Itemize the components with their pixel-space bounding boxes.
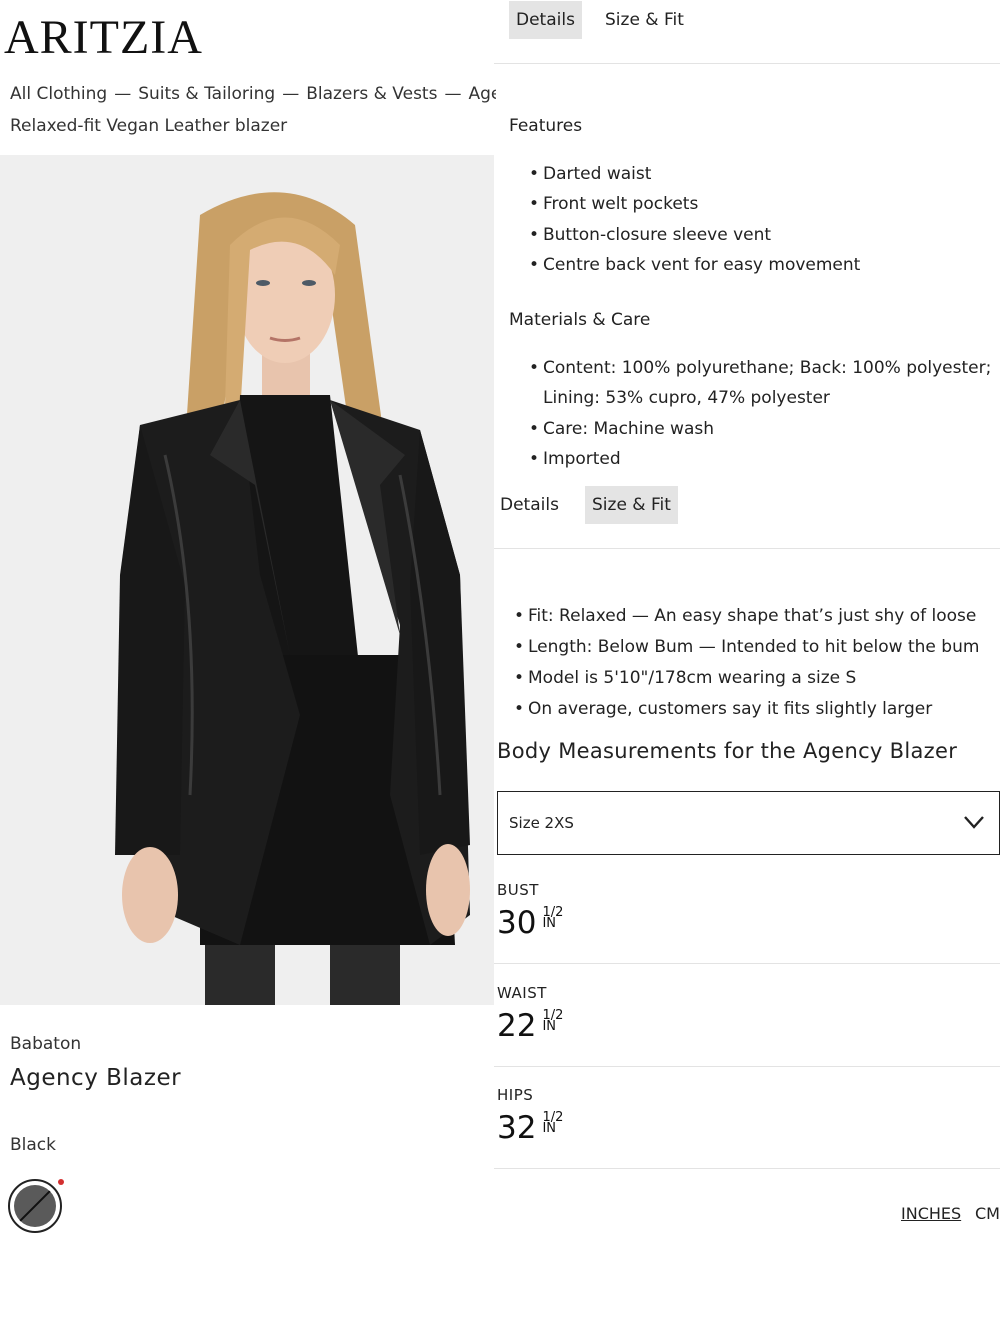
hips-fraction: 1/2 IN (542, 1111, 563, 1136)
feature-item: Darted waist (529, 159, 1000, 190)
hips-label: HIPS (497, 1086, 534, 1104)
breadcrumb-item-agency-blazer[interactable]: Agency Blazer (468, 84, 496, 104)
hips-whole: 32 (497, 1110, 537, 1146)
material-item: Care: Machine wash (529, 414, 1000, 445)
swatch-color (14, 1185, 56, 1227)
waist-unit: IN (542, 1019, 557, 1034)
fit-notes-list: Fit: Relaxed — An easy shape that’s just… (514, 601, 1000, 725)
product-subtitle: Relaxed-fit Vegan Leather blazer (10, 116, 288, 136)
materials-heading: Materials & Care (509, 310, 651, 330)
waist-label: WAIST (497, 984, 547, 1002)
feature-item: Centre back vent for easy movement (529, 250, 1000, 281)
size-select-value: Size 2XS (509, 814, 574, 832)
bust-unit: IN (542, 916, 557, 931)
bust-whole: 30 (497, 905, 537, 941)
hips-value: 32 1/2 IN (497, 1110, 563, 1146)
unit-toggle-inches[interactable]: INCHES (901, 1204, 961, 1223)
waist-value: 22 1/2 IN (497, 1008, 563, 1044)
features-list: Darted waist Front welt pockets Button-c… (529, 159, 1000, 280)
breadcrumb: All Clothing — Suits & Tailoring — Blazers &… (10, 84, 496, 110)
features-heading: Features (509, 116, 583, 136)
tabs-divider (494, 548, 1000, 549)
tab-details[interactable]: Details (509, 1, 582, 39)
fit-note: On average, customers say it fits slight… (514, 694, 1000, 725)
waist-whole: 22 (497, 1008, 537, 1044)
aritzia-logo[interactable]: ARITZIA (4, 14, 203, 62)
hips-unit: IN (542, 1121, 557, 1136)
material-item: Content: 100% polyurethane; Back: 100% p… (529, 353, 1000, 414)
tabs-divider (494, 63, 1000, 64)
unavailable-slash-icon (16, 1187, 54, 1225)
chevron-down-icon[interactable] (962, 810, 986, 834)
breadcrumb-separator: — (444, 84, 462, 104)
tab-details[interactable]: Details (493, 486, 566, 524)
feature-item: Button-closure sleeve vent (529, 220, 1000, 251)
bust-label: BUST (497, 881, 539, 899)
breadcrumb-separator: — (282, 84, 300, 104)
swatch-indicator-dot (58, 1179, 64, 1185)
model-illustration (0, 155, 494, 1005)
fit-note: Fit: Relaxed — An easy shape that’s just… (514, 601, 1000, 632)
waist-fraction: 1/2 IN (542, 1009, 563, 1034)
breadcrumb-item-suits-tailoring[interactable]: Suits & Tailoring (138, 84, 275, 104)
tab-size-fit[interactable]: Size & Fit (585, 486, 678, 524)
body-measurements-heading: Body Measurements for the Agency Blazer (497, 739, 958, 763)
breadcrumb-item-all-clothing[interactable]: All Clothing (10, 84, 107, 104)
material-item: Imported (529, 444, 1000, 475)
product-name: Agency Blazer (10, 1065, 182, 1091)
fit-note: Length: Below Bum — Intended to hit belo… (514, 632, 1000, 663)
size-select[interactable]: Size 2XS (497, 791, 1000, 855)
bust-value: 30 1/2 IN (497, 905, 563, 941)
tab-size-fit[interactable]: Size & Fit (598, 1, 691, 39)
color-swatch-black[interactable] (8, 1179, 62, 1233)
feature-item: Front welt pockets (529, 189, 1000, 220)
bust-fraction: 1/2 IN (542, 906, 563, 931)
color-label: Black (10, 1135, 56, 1155)
materials-list: Content: 100% polyurethane; Back: 100% p… (529, 353, 1000, 474)
product-brand[interactable]: Babaton (10, 1034, 81, 1054)
measurement-divider (494, 963, 1000, 964)
breadcrumb-item-blazers-vests[interactable]: Blazers & Vests (306, 84, 437, 104)
fit-note: Model is 5'10"/178cm wearing a size S (514, 663, 1000, 694)
measurement-divider (494, 1066, 1000, 1067)
measurement-divider (494, 1168, 1000, 1169)
unit-toggle-cm[interactable]: CM (975, 1204, 1000, 1223)
breadcrumb-separator: — (114, 84, 132, 104)
product-photo[interactable] (0, 155, 494, 1005)
